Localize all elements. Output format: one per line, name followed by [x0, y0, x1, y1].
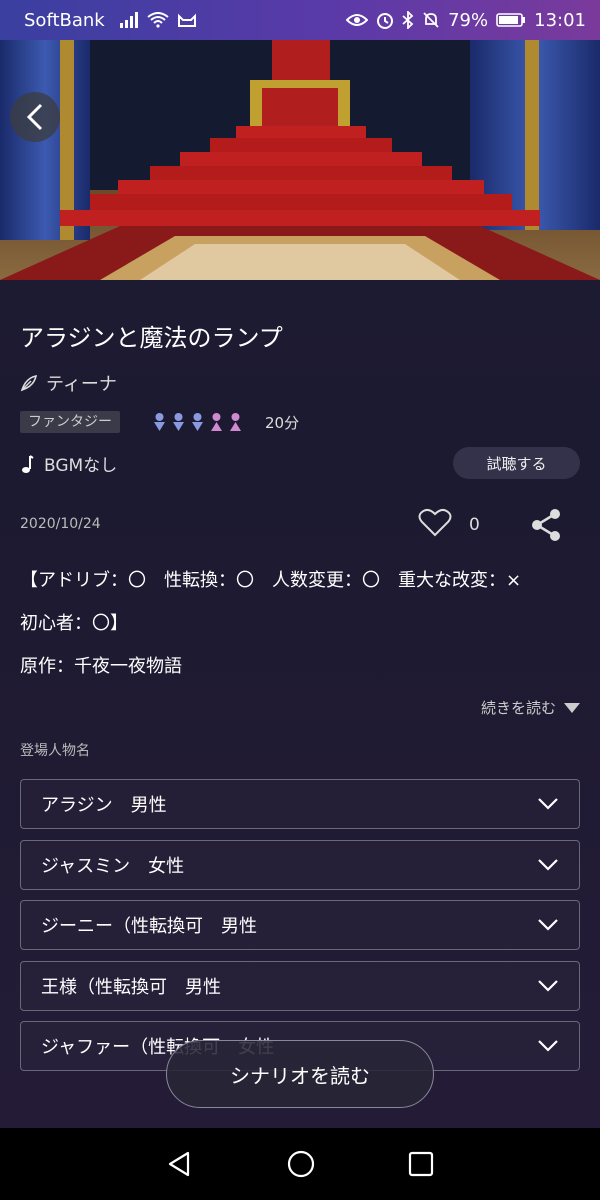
character-name: 王様（性転換可 男性 — [41, 977, 221, 998]
duration: 20分 — [265, 414, 300, 432]
author-link[interactable]: ティーナ — [20, 370, 117, 396]
description-line: 【アドリブ：〇 性転換：〇 人数変更：〇 重大な改変：× — [20, 570, 522, 591]
character-row[interactable]: ジャスミン 女性 — [20, 840, 580, 890]
triangle-down-icon — [564, 702, 580, 713]
mute-icon — [423, 12, 439, 28]
chevron-down-icon — [538, 798, 558, 810]
music-note-icon — [22, 454, 34, 473]
back-button[interactable] — [10, 92, 60, 142]
hero-image — [0, 40, 600, 280]
character-row[interactable]: アラジン 男性 — [20, 779, 580, 829]
battery-percent: 79% — [448, 9, 489, 31]
nav-back-icon[interactable] — [166, 1150, 194, 1178]
cast-composition — [152, 412, 243, 432]
cat-icon — [177, 13, 196, 27]
heart-icon[interactable] — [418, 508, 452, 538]
nav-recents-icon[interactable] — [408, 1151, 434, 1177]
chevron-down-icon — [538, 980, 558, 992]
nav-home-icon[interactable] — [286, 1149, 316, 1179]
male-role-icon — [192, 413, 203, 431]
share-icon[interactable] — [529, 508, 563, 542]
system-nav-bar — [0, 1128, 600, 1200]
character-name: ジーニー（性転換可 男性 — [41, 916, 257, 937]
read-scenario-button[interactable]: シナリオを読む — [166, 1040, 434, 1108]
genre-tag[interactable]: ファンタジー — [20, 411, 120, 433]
description-line: 初心者：〇】 — [20, 613, 128, 634]
character-row[interactable]: ジーニー（性転換可 男性 — [20, 900, 580, 950]
alarm-icon — [377, 13, 394, 29]
male-role-icon — [173, 413, 184, 431]
read-more-label: 続きを読む — [480, 699, 556, 717]
female-role-icon — [230, 413, 241, 431]
author-name: ティーナ — [46, 374, 117, 395]
description-line: 原作：千夜一夜物語 — [20, 656, 182, 677]
character-name: ジャスミン 女性 — [41, 856, 185, 877]
clock: 13:01 — [534, 9, 586, 31]
carrier-name: SoftBank — [24, 9, 105, 31]
battery-icon — [496, 13, 526, 27]
listen-button[interactable]: 試聴する — [453, 447, 580, 479]
characters-label: 登場人物名 — [20, 743, 90, 759]
throne-room-illustration — [0, 40, 600, 280]
feather-icon — [20, 374, 38, 392]
bgm-info: BGMなし — [20, 451, 117, 476]
status-bar: SoftBank 79% 13:01 — [0, 0, 600, 40]
story-title: アラジンと魔法のランプ — [20, 324, 283, 352]
chevron-left-icon — [26, 103, 43, 131]
female-role-icon — [211, 413, 222, 431]
wifi-icon — [147, 12, 169, 28]
read-more-link[interactable]: 続きを読む — [481, 697, 580, 718]
character-row[interactable]: 王様（性転換可 男性 — [20, 961, 580, 1011]
publish-date: 2020/10/24 — [20, 516, 101, 532]
like-count: 0 — [469, 515, 480, 535]
bgm-label: BGMなし — [44, 456, 118, 476]
eye-icon — [346, 14, 369, 26]
bluetooth-icon — [402, 11, 414, 29]
signal-icon — [119, 12, 138, 28]
character-name: アラジン 男性 — [41, 795, 167, 816]
chevron-down-icon — [538, 1040, 558, 1052]
male-role-icon — [154, 413, 165, 431]
chevron-down-icon — [538, 919, 558, 931]
chevron-down-icon — [538, 859, 558, 871]
